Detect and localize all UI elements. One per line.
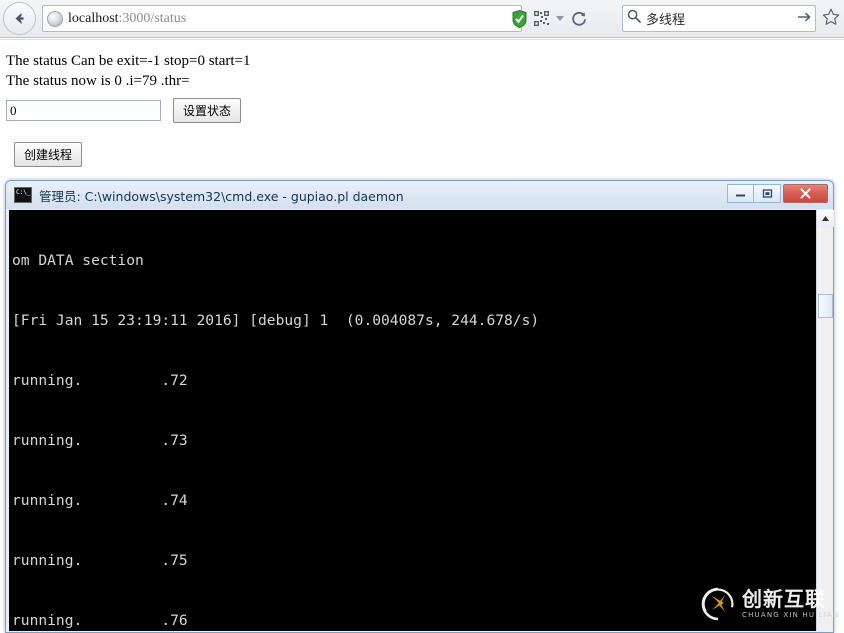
search-icon [627, 9, 646, 28]
address-bar-text: localhost:3000/status [68, 11, 186, 27]
create-thread-button[interactable]: 创建线程 [14, 142, 83, 167]
cmd-icon [14, 187, 32, 203]
screen: localhost:3000/status 多线程 The status Can… [0, 0, 844, 633]
console-line: om DATA section [12, 252, 144, 269]
scroll-up-arrow[interactable] [817, 210, 834, 227]
cmd-output-area[interactable]: om DATA section [Fri Jan 15 23:19:11 201… [9, 210, 832, 631]
console-line: running. .74 [12, 492, 188, 509]
url-host: localhost [68, 10, 119, 26]
reload-icon[interactable] [571, 11, 587, 27]
qr-code-icon[interactable] [534, 11, 549, 26]
window-controls [727, 184, 828, 203]
go-arrow-icon[interactable] [797, 10, 811, 28]
search-bar[interactable]: 多线程 [622, 5, 816, 32]
restore-button[interactable] [754, 184, 781, 203]
cmd-window: 管理员: C:\windows\system32\cmd.exe - gupia… [5, 180, 834, 633]
browser-toolbar: localhost:3000/status 多线程 [0, 0, 844, 38]
bookmark-star-icon[interactable] [822, 8, 840, 26]
search-input[interactable]: 多线程 [646, 9, 797, 28]
cmd-title-bar[interactable]: 管理员: C:\windows\system32\cmd.exe - gupia… [6, 181, 833, 209]
console-line: running. .75 [12, 552, 188, 569]
console-line: running. .76 [12, 612, 188, 629]
status-form: 设置状态 [6, 98, 844, 123]
address-bar[interactable]: localhost:3000/status [42, 5, 522, 32]
chevron-down-icon[interactable] [556, 16, 564, 21]
cmd-output-text: om DATA section [Fri Jan 15 23:19:11 201… [12, 211, 812, 631]
close-button[interactable] [783, 184, 828, 203]
console-line: running. .72 [12, 372, 188, 389]
status-line-1: The status Can be exit=-1 stop=0 start=1 [6, 53, 251, 69]
console-line: [Fri Jan 15 23:19:11 2016] [debug] 1 (0.… [12, 312, 540, 329]
toolbar-icon-group [512, 5, 587, 32]
status-input[interactable] [6, 100, 161, 121]
console-scrollbar[interactable] [816, 210, 834, 631]
status-line-2: The status now is 0 .i=79 .thr= [6, 73, 190, 89]
url-path: :3000/status [118, 10, 187, 26]
create-thread-row: 创建线程 [14, 142, 844, 167]
set-status-button[interactable]: 设置状态 [173, 98, 242, 123]
green-shield-icon[interactable] [512, 9, 527, 28]
globe-favicon-icon [47, 10, 63, 27]
console-line: running. .73 [12, 432, 188, 449]
scrollbar-thumb[interactable] [818, 294, 833, 318]
cmd-title-text: 管理员: C:\windows\system32\cmd.exe - gupia… [39, 188, 404, 204]
back-button[interactable] [3, 2, 36, 35]
minimize-button[interactable] [727, 184, 754, 203]
back-arrow-icon [10, 9, 29, 28]
